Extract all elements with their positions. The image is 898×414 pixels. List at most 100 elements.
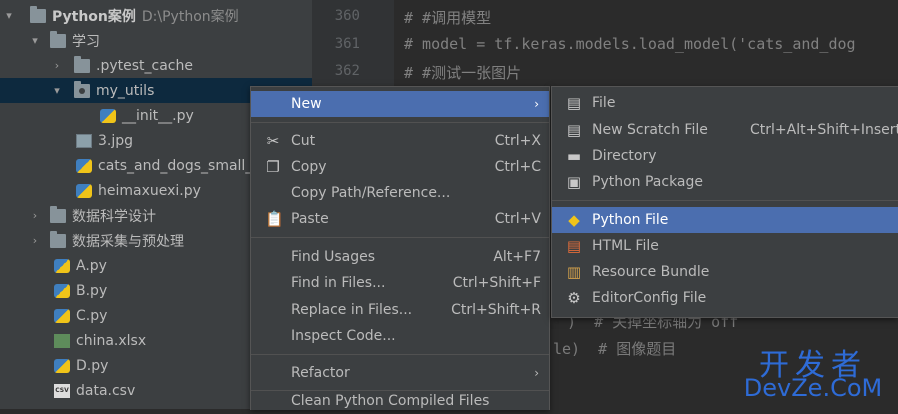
menu-item-label: File bbox=[592, 95, 616, 111]
line-number: 362 bbox=[334, 63, 360, 79]
menu-item-copy[interactable]: ❐ Copy Ctrl+C bbox=[251, 154, 549, 180]
chevron-right-icon: › bbox=[534, 97, 539, 111]
menu-shortcut: Ctrl+C bbox=[494, 159, 541, 175]
menu-item-find-in-files[interactable]: Find in Files... Ctrl+Shift+F bbox=[251, 270, 549, 296]
chevron-right-icon[interactable]: › bbox=[28, 234, 42, 247]
menu-shortcut: Ctrl+Shift+R bbox=[451, 302, 541, 318]
watermark: 开发者 DevZe.CoM bbox=[738, 340, 898, 409]
menu-item-label: Copy bbox=[291, 159, 327, 175]
tree-item-label: 3.jpg bbox=[98, 132, 134, 149]
submenu-item-file[interactable]: ▤ File bbox=[552, 90, 898, 116]
scratch-file-icon: ▤ bbox=[566, 121, 582, 139]
python-file-icon bbox=[76, 183, 92, 198]
tree-item-folder[interactable]: › .pytest_cache bbox=[0, 53, 312, 78]
chevron-down-icon[interactable]: ▾ bbox=[50, 84, 64, 97]
submenu-item-html-file[interactable]: ▤ HTML File bbox=[552, 233, 898, 259]
menu-item-label: Find Usages bbox=[291, 249, 376, 265]
menu-item-label: Find in Files... bbox=[291, 275, 386, 291]
tree-item-label: 数据科学设计 bbox=[72, 208, 156, 225]
python-file-icon bbox=[54, 358, 70, 373]
chevron-right-icon[interactable]: › bbox=[28, 209, 42, 222]
context-menu: New › ✂ Cut Ctrl+X ❐ Copy Ctrl+C Copy Pa… bbox=[250, 86, 550, 410]
spreadsheet-file-icon bbox=[54, 333, 70, 348]
menu-separator bbox=[251, 354, 549, 355]
menu-item-label: Replace in Files... bbox=[291, 302, 413, 318]
html-file-icon: ▤ bbox=[566, 237, 582, 255]
menu-item-find-usages[interactable]: Find Usages Alt+F7 bbox=[251, 244, 549, 270]
line-number: 361 bbox=[334, 36, 360, 52]
menu-item-label: Python Package bbox=[592, 174, 704, 190]
menu-separator bbox=[251, 122, 549, 123]
tree-item-label: C.py bbox=[76, 307, 108, 324]
package-icon bbox=[74, 80, 90, 98]
tree-item-label: data.csv bbox=[76, 382, 136, 399]
tree-item-label: my_utils bbox=[96, 82, 155, 99]
image-file-icon bbox=[76, 133, 92, 148]
chevron-down-icon[interactable]: ▾ bbox=[28, 34, 42, 47]
folder-icon bbox=[50, 30, 66, 48]
package-icon: ▣ bbox=[566, 173, 582, 191]
python-file-icon bbox=[100, 108, 116, 123]
project-path: D:\Python案例 bbox=[141, 8, 239, 25]
menu-item-label: New Scratch File bbox=[592, 122, 708, 138]
code-line[interactable]: # #测试一张图片 bbox=[404, 62, 521, 83]
menu-item-refactor[interactable]: Refactor › bbox=[251, 360, 549, 386]
python-file-icon bbox=[54, 258, 70, 273]
folder-icon: ▬ bbox=[566, 147, 582, 165]
chevron-down-icon[interactable]: ▾ bbox=[2, 9, 16, 22]
menu-item-new[interactable]: New › bbox=[251, 91, 549, 117]
menu-item-label: EditorConfig File bbox=[592, 290, 707, 306]
new-submenu: ▤ File ▤ New Scratch File Ctrl+Alt+Shift… bbox=[551, 86, 898, 318]
folder-icon bbox=[50, 230, 66, 248]
chevron-right-icon[interactable]: › bbox=[50, 59, 64, 72]
menu-item-label: Inspect Code... bbox=[291, 328, 396, 344]
menu-shortcut: Ctrl+X bbox=[494, 133, 541, 149]
watermark-line2: DevZe.CoM bbox=[743, 374, 883, 402]
gear-icon: ⚙ bbox=[567, 289, 581, 307]
menu-item-label: Paste bbox=[291, 211, 329, 227]
menu-item-replace-in-files[interactable]: Replace in Files... Ctrl+Shift+R bbox=[251, 297, 549, 323]
submenu-item-python-file[interactable]: ◆ Python File bbox=[552, 207, 898, 233]
tree-item-label: A.py bbox=[76, 257, 107, 274]
submenu-item-resource-bundle[interactable]: ▥ Resource Bundle bbox=[552, 259, 898, 285]
chevron-right-icon: › bbox=[534, 366, 539, 380]
menu-item-label: Resource Bundle bbox=[592, 264, 710, 280]
clipboard-icon: 📋 bbox=[265, 210, 284, 228]
menu-shortcut: Alt+F7 bbox=[493, 249, 541, 265]
menu-item-label: Refactor bbox=[291, 365, 350, 381]
menu-item-inspect-code[interactable]: Inspect Code... bbox=[251, 323, 549, 349]
scissors-icon: ✂ bbox=[266, 132, 280, 150]
menu-separator bbox=[552, 200, 898, 201]
tree-item-label: __init__.py bbox=[122, 107, 194, 124]
tree-item-label: 数据采集与预处理 bbox=[72, 233, 184, 250]
tree-root[interactable]: ▾ Python案例 D:\Python案例 bbox=[0, 3, 312, 28]
menu-item-label: HTML File bbox=[592, 238, 659, 254]
submenu-item-scratch-file[interactable]: ▤ New Scratch File Ctrl+Alt+Shift+Insert bbox=[552, 117, 898, 143]
tree-item-folder[interactable]: ▾ 学习 bbox=[0, 28, 312, 53]
menu-item-paste[interactable]: 📋 Paste Ctrl+V bbox=[251, 206, 549, 232]
tree-item-label: B.py bbox=[76, 282, 108, 299]
line-number: 360 bbox=[334, 8, 360, 24]
python-file-icon bbox=[54, 308, 70, 323]
tree-item-label: cats_and_dogs_small_ bbox=[98, 157, 253, 174]
menu-shortcut: Ctrl+V bbox=[494, 211, 541, 227]
code-line[interactable]: # model = tf.keras.models.load_model('ca… bbox=[404, 35, 856, 53]
code-line[interactable]: # #调用模型 bbox=[404, 7, 491, 28]
submenu-item-directory[interactable]: ▬ Directory bbox=[552, 143, 898, 169]
menu-item-label: New bbox=[291, 96, 322, 112]
menu-item-copy-path[interactable]: Copy Path/Reference... bbox=[251, 180, 549, 206]
menu-item-cut[interactable]: ✂ Cut Ctrl+X bbox=[251, 128, 549, 154]
submenu-item-python-package[interactable]: ▣ Python Package bbox=[552, 169, 898, 195]
code-fragment[interactable]: le) # 图像题目 bbox=[553, 338, 676, 359]
menu-separator bbox=[251, 237, 549, 238]
menu-shortcut: Ctrl+Alt+Shift+Insert bbox=[750, 122, 898, 138]
file-icon: ▤ bbox=[566, 94, 582, 112]
project-name: Python案例 bbox=[52, 8, 136, 25]
menu-item-clean-compiled[interactable]: Clean Python Compiled Files bbox=[251, 388, 549, 414]
submenu-item-editorconfig[interactable]: ⚙ EditorConfig File bbox=[552, 285, 898, 311]
menu-item-label: Cut bbox=[291, 133, 316, 149]
folder-icon bbox=[50, 205, 66, 223]
tree-item-label: .pytest_cache bbox=[96, 57, 193, 74]
python-file-icon bbox=[54, 283, 70, 298]
copy-icon: ❐ bbox=[266, 158, 280, 176]
